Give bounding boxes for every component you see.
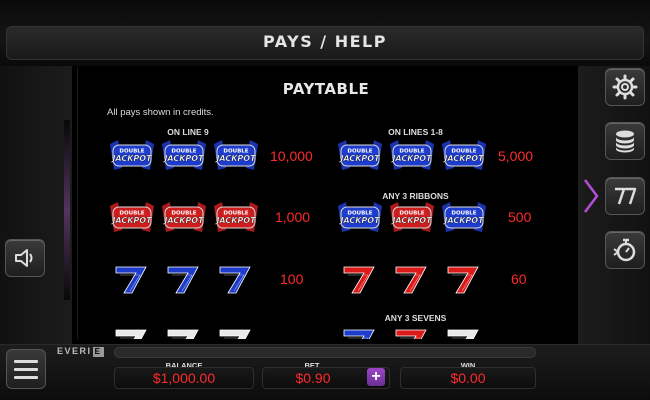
pay-row-right-4: [336, 325, 488, 339]
bet-coins-button[interactable]: [605, 122, 645, 160]
win-meter: $0.00: [400, 367, 536, 389]
white-seven-symbol: [440, 325, 488, 339]
blue-seven-symbol: [212, 262, 260, 296]
white-seven-symbol: [108, 325, 156, 339]
jackpot-blue-symbol: DOUBLE JACKPOT: [440, 200, 488, 234]
paytable-title: PAYTABLE: [282, 80, 370, 98]
jackpot-blue-symbol: DOUBLE JACKPOT: [160, 138, 208, 172]
red-seven-symbol: [388, 325, 436, 339]
jackpot-blue-symbol: DOUBLE JACKPOT: [440, 138, 488, 172]
menu-button[interactable]: [6, 349, 46, 389]
jackpot-red-symbol: DOUBLE JACKPOT: [160, 200, 208, 234]
message-bar: [114, 347, 536, 358]
pay-value: 1,000: [275, 209, 311, 225]
pay-row-left-1: DOUBLE JACKPOT DOUBLE JACKPOT DOUBLE JACKPO…: [108, 138, 260, 172]
red-seven-symbol: [440, 262, 488, 296]
brand-mark: E: [92, 346, 104, 357]
pay-row-left-2: DOUBLE JACKPOT DOUBLE JACKPOT DOUBLE JACKPO…: [108, 200, 260, 234]
svg-text:JACKPOT: JACKPOT: [162, 216, 204, 225]
pay-row-right-2: DOUBLE JACKPOT DOUBLE JACKPOT DOUBLE JACKPO…: [336, 200, 488, 234]
seven-icon: [615, 187, 637, 205]
bet-increase-button[interactable]: +: [367, 368, 385, 386]
jackpot-blue-symbol: DOUBLE JACKPOT: [336, 138, 384, 172]
pay-row-left-4: [108, 325, 260, 339]
svg-text:JACKPOT: JACKPOT: [442, 216, 484, 225]
svg-text:JACKPOT: JACKPOT: [214, 216, 256, 225]
jackpot-blue-symbol: DOUBLE JACKPOT: [212, 138, 260, 172]
pay-row-left-3: [108, 262, 260, 296]
blue-seven-symbol: [160, 262, 208, 296]
menu-icon-line: [14, 375, 38, 379]
blue-seven-symbol: [108, 262, 156, 296]
blue-seven-symbol: [336, 325, 384, 339]
red-seven-symbol: [388, 262, 436, 296]
white-seven-symbol: [212, 325, 260, 339]
autoplay-button[interactable]: [605, 231, 645, 269]
white-seven-symbol: [160, 325, 208, 339]
svg-text:JACKPOT: JACKPOT: [110, 216, 152, 225]
svg-text:JACKPOT: JACKPOT: [390, 216, 432, 225]
jackpot-blue-symbol: DOUBLE JACKPOT: [388, 138, 436, 172]
chevron-right-icon: [584, 179, 599, 213]
paytable-panel: PAYTABLE All pays shown in credits. ON L…: [77, 67, 573, 339]
svg-text:JACKPOT: JACKPOT: [110, 154, 152, 163]
sound-button[interactable]: [5, 239, 45, 277]
svg-text:JACKPOT: JACKPOT: [442, 154, 484, 163]
gear-icon: [612, 74, 638, 100]
settings-button[interactable]: [605, 68, 645, 106]
paytable-button[interactable]: [605, 177, 645, 215]
svg-text:JACKPOT: JACKPOT: [214, 154, 256, 163]
pay-value: 5,000: [498, 148, 534, 164]
jackpot-red-symbol: DOUBLE JACKPOT: [388, 200, 436, 234]
jackpot-red-symbol: DOUBLE JACKPOT: [108, 200, 156, 234]
pay-value: 60: [511, 271, 527, 287]
section-label-line9: ON LINE 9: [167, 127, 209, 137]
stopwatch-icon: [613, 238, 636, 262]
left-panel: [0, 66, 72, 344]
balance-meter: $1,000.00: [114, 367, 254, 389]
svg-text:JACKPOT: JACKPOT: [338, 216, 380, 225]
brand-logo: EVERI E: [57, 346, 104, 357]
speaker-icon: [15, 249, 33, 267]
coins-icon: [616, 130, 634, 153]
jackpot-blue-symbol: DOUBLE JACKPOT: [336, 200, 384, 234]
brand-text: EVERI: [57, 346, 92, 356]
menu-icon-line: [14, 367, 38, 371]
pay-value: 10,000: [270, 148, 313, 164]
paytable-note: All pays shown in credits.: [107, 107, 214, 118]
page-title: PAYS / HELP: [263, 32, 387, 51]
pay-row-right-1: DOUBLE JACKPOT DOUBLE JACKPOT DOUBLE JACKPO…: [336, 138, 488, 172]
jackpot-blue-symbol: DOUBLE JACKPOT: [108, 138, 156, 172]
pay-value: 500: [508, 209, 532, 225]
left-glow: [64, 120, 70, 300]
red-seven-symbol: [336, 262, 384, 296]
svg-text:JACKPOT: JACKPOT: [162, 154, 204, 163]
menu-icon-line: [14, 359, 38, 363]
section-label-sevens: ANY 3 SEVENS: [384, 313, 447, 323]
svg-text:JACKPOT: JACKPOT: [390, 154, 432, 163]
pay-row-right-3: [336, 262, 488, 296]
pay-value: 100: [280, 271, 304, 287]
header-area: PAYS / HELP: [0, 0, 650, 66]
jackpot-red-symbol: DOUBLE JACKPOT: [212, 200, 260, 234]
svg-text:JACKPOT: JACKPOT: [338, 154, 380, 163]
section-label-lines1-8: ON LINES 1-8: [388, 127, 443, 137]
